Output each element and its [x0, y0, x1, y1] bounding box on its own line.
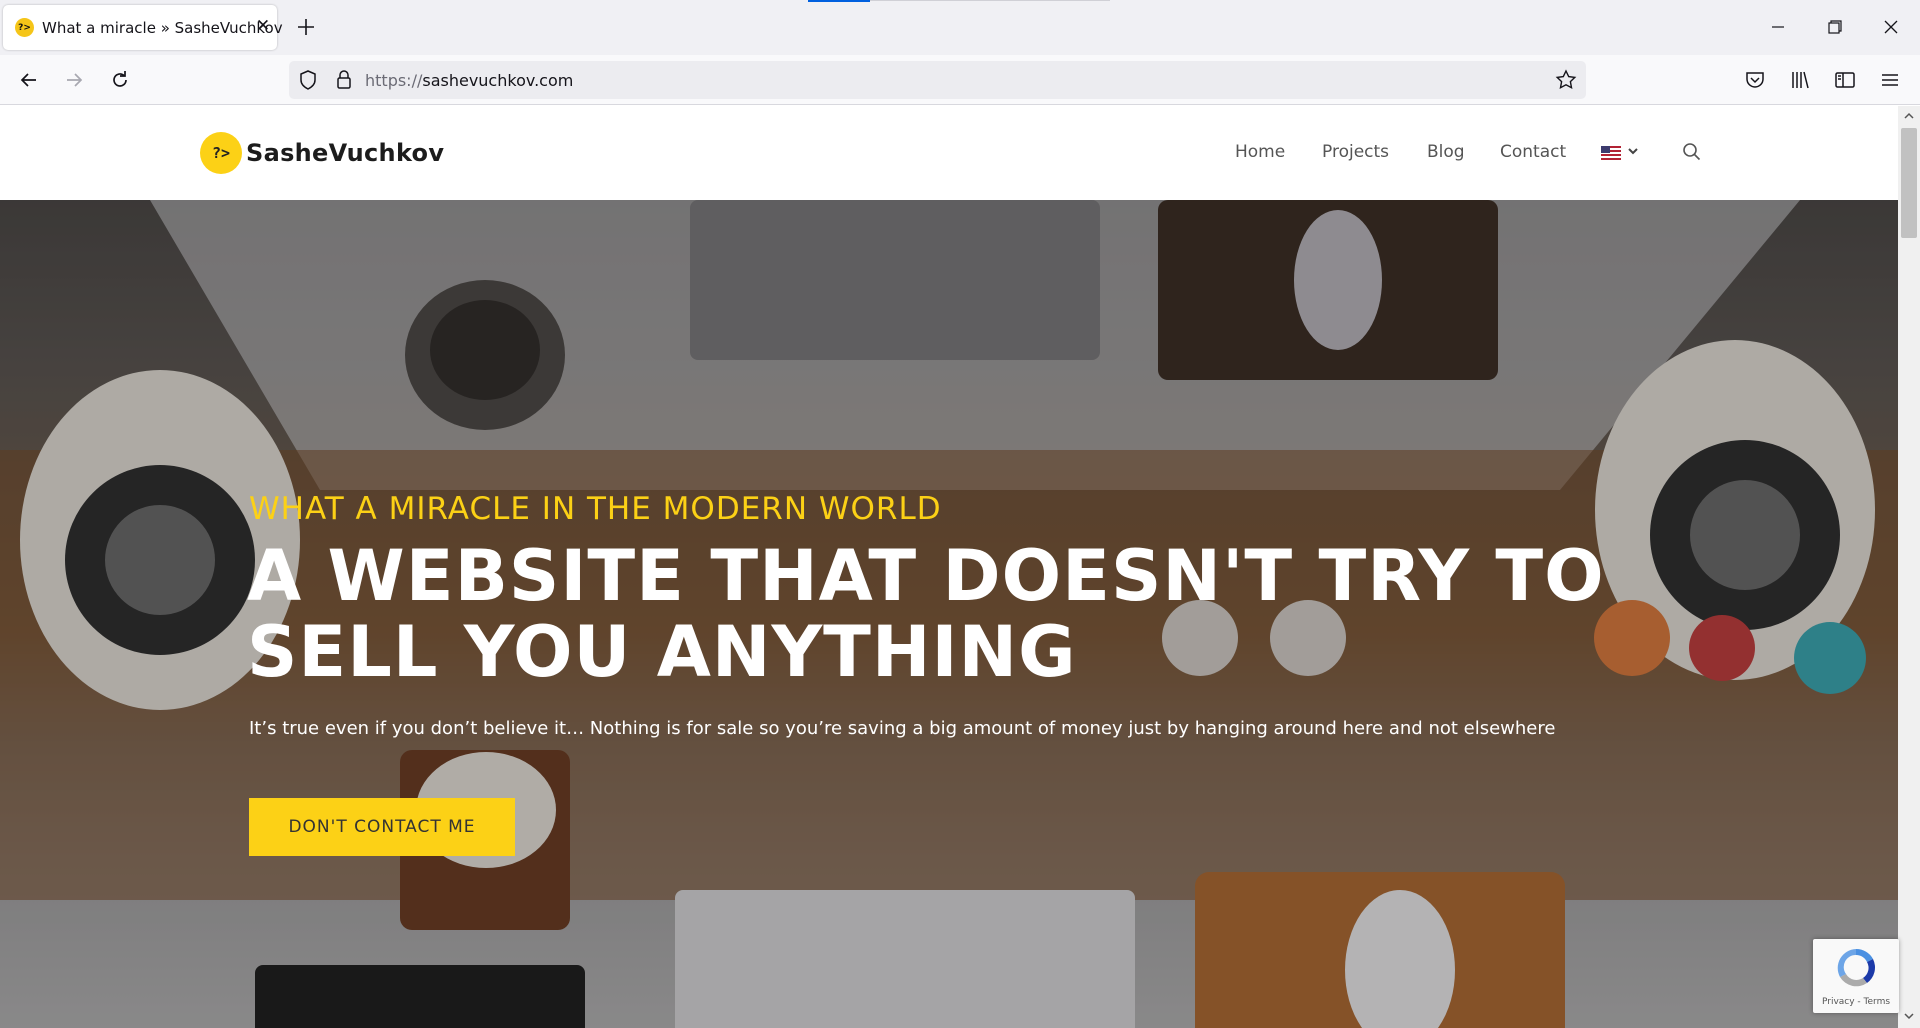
nav-home[interactable]: Home [1235, 142, 1285, 162]
browser-tab[interactable]: ?> What a miracle » SasheVuchkov ✕ [3, 5, 283, 50]
library-icon[interactable] [1787, 67, 1813, 93]
tab-close-icon[interactable]: ✕ [253, 16, 273, 36]
shield-icon[interactable] [295, 67, 321, 93]
back-icon[interactable] [16, 67, 42, 93]
hero-description: It’s true even if you don’t believe it… … [249, 718, 1556, 739]
minimize-icon[interactable] [1765, 14, 1791, 40]
nav-projects[interactable]: Projects [1322, 142, 1389, 162]
menu-icon[interactable] [1877, 67, 1903, 93]
close-icon[interactable] [1878, 14, 1904, 40]
us-flag-icon[interactable] [1601, 146, 1621, 160]
nav-contact[interactable]: Contact [1500, 142, 1566, 162]
new-tab-icon[interactable] [294, 15, 318, 39]
page-scrollbar[interactable] [1898, 106, 1920, 1028]
recaptcha-icon [1837, 948, 1876, 987]
site-logo[interactable]: SasheVuchkov [246, 139, 444, 167]
hero-kicker: WHAT A MIRACLE IN THE MODERN WORLD [249, 491, 942, 527]
hero-title-line-1: A WEBSITE THAT DOESN'T TRY TO [247, 535, 1605, 617]
tab-title: What a miracle » SasheVuchkov [42, 19, 283, 37]
hero-section: WHAT A MIRACLE IN THE MODERN WORLD A WEB… [0, 200, 1898, 1028]
reload-icon[interactable] [107, 67, 133, 93]
forward-icon[interactable] [61, 67, 87, 93]
search-icon[interactable] [1681, 141, 1703, 163]
nav-blog[interactable]: Blog [1427, 142, 1465, 162]
url-host: sashevuchkov.com [422, 71, 574, 90]
lock-icon[interactable] [331, 67, 357, 93]
url-text[interactable]: https://sashevuchkov.com [365, 71, 573, 90]
chevron-down-icon[interactable] [1626, 144, 1640, 158]
scroll-thumb[interactable] [1901, 128, 1917, 238]
sidebar-icon[interactable] [1832, 67, 1858, 93]
bookmark-star-icon[interactable] [1553, 67, 1579, 93]
recaptcha-links[interactable]: Privacy - Terms [1813, 997, 1899, 1007]
browser-toolbar: https://sashevuchkov.com [0, 55, 1920, 105]
dont-contact-me-button[interactable]: DON'T CONTACT ME [249, 798, 515, 856]
logo-badge[interactable]: ?> [200, 132, 242, 174]
address-bar[interactable]: https://sashevuchkov.com [289, 61, 1586, 99]
site-header: ?> SasheVuchkov Home Projects Blog Conta… [0, 106, 1898, 200]
tab-favicon-icon: ?> [15, 18, 34, 37]
hero-title-line-2: SELL YOU ANYTHING [247, 611, 1077, 693]
tab-strip-line [870, 0, 1110, 1]
pocket-icon[interactable] [1742, 67, 1768, 93]
browser-tab-bar: ?> What a miracle » SasheVuchkov ✕ [0, 0, 1920, 55]
scroll-down-icon[interactable] [1903, 1010, 1915, 1022]
hero-title: A WEBSITE THAT DOESN'T TRY TO SELL YOU A… [247, 538, 1647, 690]
tab-strip-indicator [808, 0, 870, 2]
scroll-up-icon[interactable] [1903, 110, 1915, 122]
restore-icon[interactable] [1822, 14, 1848, 40]
url-protocol: https:// [365, 71, 423, 90]
recaptcha-badge[interactable]: Privacy - Terms [1813, 939, 1899, 1013]
